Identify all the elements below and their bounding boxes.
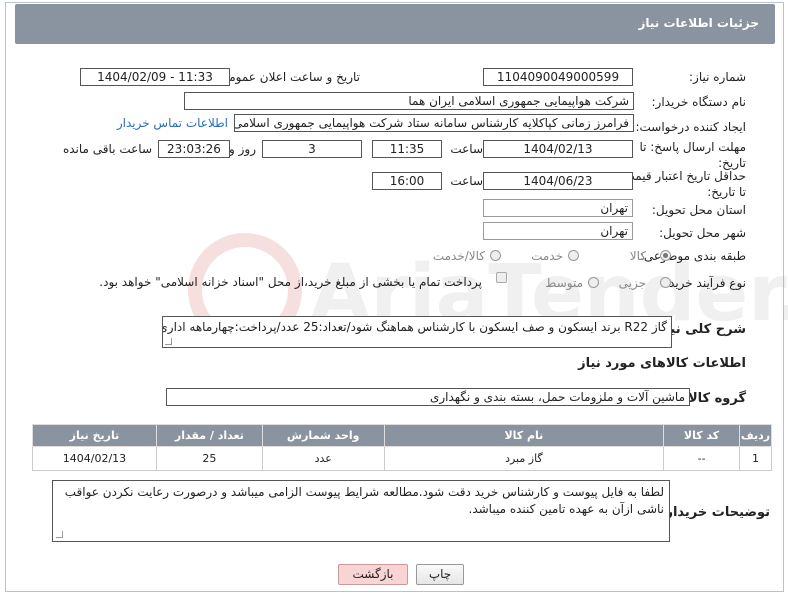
- notes-resize-handle: [56, 531, 63, 538]
- city-field: تهران: [483, 222, 633, 240]
- cell-unit: عدد: [261, 446, 385, 471]
- col-header-quantity: تعداد / مقدار: [155, 424, 263, 447]
- buyer-notes-field: لطفا به فایل پیوست و کارشناس خرید دقت شو…: [52, 480, 670, 542]
- category-radio-goods-service[interactable]: [490, 250, 501, 261]
- goods-table: ردیف کد کالا نام کالا واحد شمارش تعداد /…: [32, 424, 772, 471]
- reply-days-field: 3: [262, 140, 362, 158]
- goods-info-heading: اطلاعات کالاهای مورد نیاز: [578, 356, 746, 371]
- purchase-medium-label: متوسط: [545, 276, 583, 290]
- category-label: طبقه بندی موضوعی:: [639, 249, 746, 263]
- category-goods-label: کالا: [629, 249, 646, 263]
- category-goods-service-label: کالا/خدمت: [432, 249, 485, 263]
- validity-time-field: 16:00: [372, 172, 442, 190]
- province-label: استان محل تحویل:: [651, 203, 746, 217]
- reply-date-field: 1404/02/13: [483, 140, 633, 158]
- announce-datetime-label: تاریخ و ساعت اعلان عمومی:: [215, 70, 360, 84]
- day-and-label: روز و: [229, 142, 256, 156]
- table-header-row: ردیف کد کالا نام کالا واحد شمارش تعداد /…: [32, 424, 772, 447]
- treasury-payment-note: پرداخت تمام یا بخشی از مبلغ خرید،از محل …: [99, 275, 482, 289]
- validity-date-field: 1404/06/23: [483, 172, 633, 190]
- reply-deadline-label: مهلت ارسال پاسخ: تا تاریخ:: [639, 140, 746, 170]
- cell-row-number: 1: [739, 446, 772, 471]
- goods-group-label: گروه کالا:: [682, 391, 746, 406]
- table-row: 1 -- گاز مبرد عدد 25 1404/02/13: [32, 446, 772, 471]
- purchase-minor-label: جزیی: [618, 276, 646, 290]
- category-radio-goods[interactable]: [660, 250, 671, 261]
- purchase-radio-minor[interactable]: [660, 277, 671, 288]
- goods-group-field: ماشین آلات و ملزومات حمل، بسته بندی و نگ…: [166, 388, 690, 406]
- cell-goods-code: --: [663, 446, 741, 471]
- city-label: شهر محل تحویل:: [659, 226, 746, 240]
- remaining-time-field: 23:03:26: [158, 140, 230, 158]
- col-header-goods-code: کد کالا: [663, 424, 741, 447]
- description-resize-handle: [165, 338, 172, 345]
- need-number-field: 1104090049000599: [483, 68, 633, 86]
- header-bar: جزئیات اطلاعات نیاز: [15, 4, 775, 44]
- cell-need-date: 1404/02/13: [32, 446, 157, 471]
- page-title: جزئیات اطلاعات نیاز: [638, 16, 759, 30]
- hours-left-label: ساعت باقی مانده: [62, 142, 152, 156]
- back-button[interactable]: بازگشت: [338, 564, 408, 585]
- cell-quantity: 25: [155, 446, 263, 471]
- col-header-unit: واحد شمارش: [261, 424, 385, 447]
- announce-datetime-field: 1404/02/09 - 11:33: [80, 68, 230, 86]
- col-header-need-date: تاریخ نیاز: [32, 424, 157, 447]
- province-field: تهران: [483, 199, 633, 217]
- price-validity-label: حداقل تاریخ اعتبار قیمت: تا تاریخ:: [619, 169, 746, 199]
- purchase-radio-medium[interactable]: [588, 277, 599, 288]
- buyer-notes-label: توضیحات خریدار:: [660, 505, 770, 520]
- reply-time-field: 11:35: [372, 140, 442, 158]
- col-header-goods-name: نام کالا: [383, 424, 665, 447]
- buyer-contact-link[interactable]: اطلاعات تماس خریدار: [117, 116, 228, 130]
- buyer-org-field: شرکت هواپیمایی جمهوری اسلامی ایران هما: [184, 92, 634, 110]
- description-field: گاز R22 برند ایسکون و صف ایسکون با کارشن…: [162, 316, 672, 348]
- validity-hour-label: ساعت: [450, 174, 483, 188]
- reply-hour-label: ساعت: [450, 142, 483, 156]
- category-service-label: خدمت: [531, 249, 563, 263]
- requester-field: فرامرز زمانی کپاکلایه کارشناس سامانه ستا…: [234, 114, 634, 132]
- print-button[interactable]: چاپ: [416, 564, 464, 585]
- category-radio-service[interactable]: [568, 250, 579, 261]
- treasury-payment-checkbox[interactable]: [496, 272, 507, 283]
- need-number-label: شماره نیاز:: [689, 70, 746, 84]
- buyer-org-label: نام دستگاه خریدار:: [651, 95, 747, 109]
- purchase-type-label: نوع فرآیند خرید :: [661, 276, 746, 290]
- col-header-row-number: ردیف: [739, 424, 772, 447]
- cell-goods-name: گاز مبرد: [383, 446, 665, 471]
- requester-label: ایجاد کننده درخواست:: [635, 120, 746, 134]
